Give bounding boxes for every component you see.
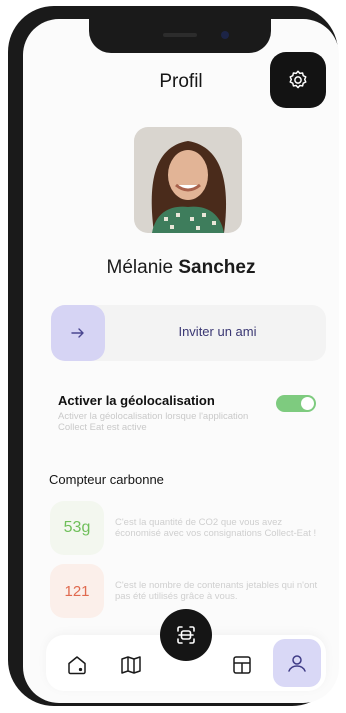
user-name: Mélanie Sanchez	[23, 257, 339, 279]
speaker-slot	[163, 33, 197, 37]
container-icon[interactable]	[230, 653, 254, 677]
profile-icon	[288, 655, 306, 672]
co2-saved-value: 53g	[50, 501, 104, 555]
scan-icon	[177, 626, 195, 644]
invite-label: Inviter un ami	[178, 324, 257, 339]
arrow-right-icon	[71, 328, 84, 338]
containers-saved-description: C'est le nombre de contenants jetables q…	[115, 580, 318, 602]
invite-arrow-button[interactable]	[51, 305, 105, 361]
geolocation-toggle[interactable]	[276, 395, 316, 412]
map-icon[interactable]	[119, 653, 143, 677]
containers-saved-value: 121	[50, 564, 104, 618]
avatar	[134, 127, 242, 233]
app-screen: Profil Mélanie Sanchez Inviter un ami Ac…	[23, 19, 339, 703]
scan-button[interactable]	[160, 609, 212, 661]
front-camera	[221, 31, 229, 39]
gear-icon	[289, 70, 307, 89]
invite-friend-button[interactable]: Inviter un ami	[51, 305, 326, 361]
geolocation-title: Activer la géolocalisation	[58, 393, 215, 408]
device-notch	[89, 19, 271, 53]
phone-frame: Profil Mélanie Sanchez Inviter un ami Ac…	[8, 6, 339, 706]
toggle-knob	[301, 397, 314, 410]
user-last-name: Sanchez	[178, 257, 256, 278]
user-first-name: Mélanie	[106, 257, 174, 278]
co2-saved-description: C'est la quantité de CO2 que vous avez é…	[115, 517, 317, 539]
settings-button[interactable]	[270, 52, 326, 108]
geolocation-description: Activer la géolocalisation lorsque l'app…	[58, 411, 249, 433]
home-icon[interactable]	[65, 653, 89, 677]
profile-tab[interactable]	[273, 639, 321, 687]
carbon-section-title: Compteur carbonne	[49, 472, 164, 487]
